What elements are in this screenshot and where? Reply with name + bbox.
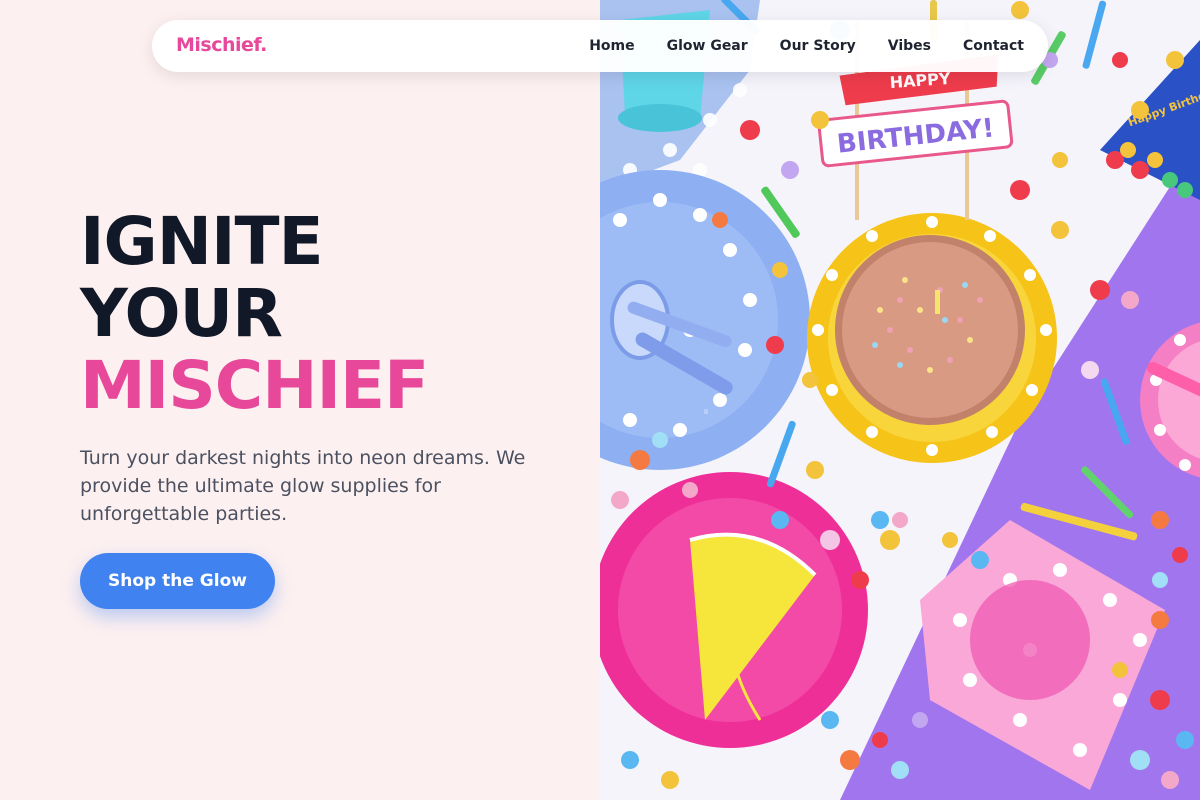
nav-links: Home Glow Gear Our Story Vibes Contact xyxy=(589,20,1024,72)
nav-link-contact[interactable]: Contact xyxy=(963,38,1024,54)
hero-title-line-1: IGNITE xyxy=(80,203,324,280)
shop-the-glow-button[interactable]: Shop the Glow xyxy=(80,553,275,609)
nav-link-glow-gear[interactable]: Glow Gear xyxy=(667,38,748,54)
hero-title-line-2: YOUR xyxy=(80,275,283,352)
top-navbar: Mischief. Home Glow Gear Our Story Vibes… xyxy=(152,20,1048,72)
nav-link-our-story[interactable]: Our Story xyxy=(780,38,856,54)
hero-title: IGNITE YOUR MISCHIEF xyxy=(80,203,429,424)
hero-subtitle: Turn your darkest nights into neon dream… xyxy=(80,447,526,525)
nav-link-vibes[interactable]: Vibes xyxy=(888,38,931,54)
nav-link-home[interactable]: Home xyxy=(589,38,634,54)
brand-logo[interactable]: Mischief. xyxy=(176,34,267,56)
image-watermark: · xyxy=(700,390,715,434)
party-illustration: BIRTHDAY! HAPPY Happy Birthday xyxy=(600,0,1200,800)
party-hero-image: BIRTHDAY! HAPPY Happy Birthday xyxy=(600,0,1200,800)
hero-title-accent: MISCHIEF xyxy=(80,347,429,424)
